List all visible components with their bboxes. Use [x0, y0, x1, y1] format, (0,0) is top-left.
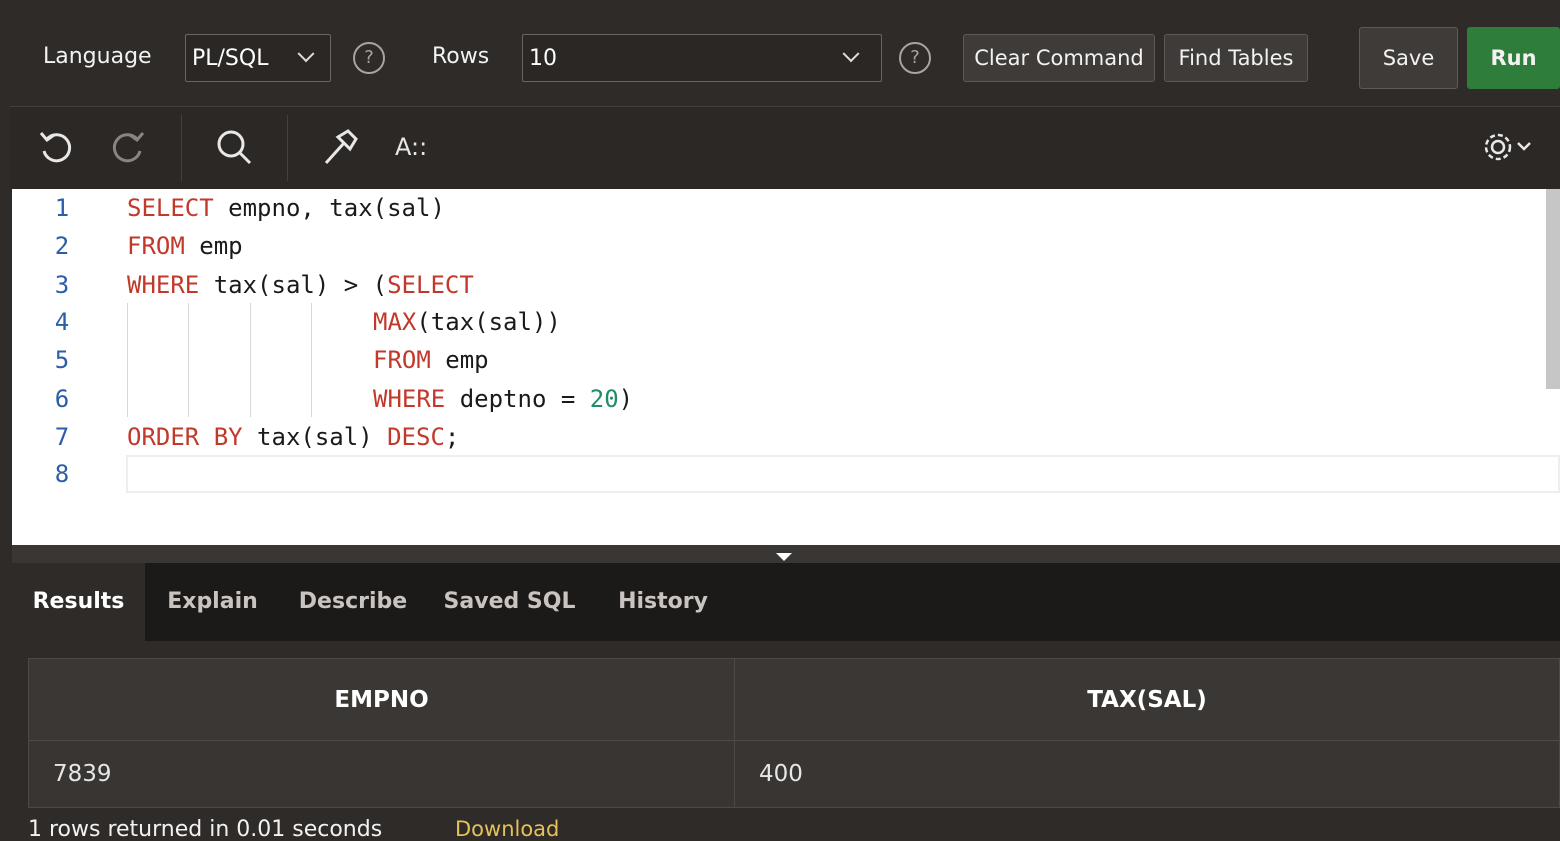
tab-saved-sql[interactable]: Saved SQL [437, 563, 582, 641]
code-line-4: MAX(tax(sal)) [373, 308, 561, 336]
rows-label: Rows [432, 44, 490, 69]
hammer-icon[interactable] [320, 127, 360, 167]
sql-text: tax(sal) > ( [199, 271, 388, 299]
undo-icon[interactable] [36, 127, 76, 167]
sql-text: ; [444, 423, 460, 451]
results-panel: EMPNO TAX(SAL) 7839 400 1 rows returned … [12, 641, 1560, 841]
sql-text: emp [430, 346, 489, 374]
chevron-down-icon [842, 45, 860, 63]
search-icon[interactable] [214, 127, 254, 167]
collapse-arrow-icon[interactable] [776, 553, 792, 561]
table-cell: 7839 [28, 740, 735, 808]
table-row: 7839 400 [28, 740, 1560, 808]
format-icon[interactable]: A:: [395, 133, 427, 161]
code-editor[interactable]: 1 2 3 4 5 6 7 8 SELECT empno, tax(sal) F… [12, 189, 1560, 545]
sql-keyword: ORDER BY [127, 423, 243, 451]
tab-explain[interactable]: Explain [155, 563, 270, 641]
sql-text: deptno = [445, 385, 590, 413]
sql-keyword: WHERE [127, 271, 200, 299]
rows-returned-status: 1 rows returned in 0.01 seconds [28, 817, 383, 841]
download-link[interactable]: Download [455, 817, 559, 841]
rows-help-icon[interactable]: ? [899, 42, 931, 74]
language-value: PL/SQL [192, 45, 269, 71]
code-line-3: WHERE tax(sal) > (SELECT [127, 271, 474, 299]
results-table: EMPNO TAX(SAL) 7839 400 [28, 658, 1560, 808]
gear-icon[interactable] [1480, 127, 1540, 167]
redo-icon[interactable] [108, 127, 148, 167]
tab-results[interactable]: Results [12, 563, 145, 641]
line-number: 7 [54, 423, 70, 451]
column-header-tax-sal[interactable]: TAX(SAL) [734, 658, 1560, 741]
line-number: 3 [54, 271, 70, 299]
sql-keyword: FROM [373, 346, 431, 374]
editor-toolbar: A:: [10, 107, 1560, 189]
save-button[interactable]: Save [1359, 27, 1458, 89]
sql-keyword: MAX [373, 308, 417, 336]
table-header-row: EMPNO TAX(SAL) [28, 658, 1560, 741]
current-line-highlight [126, 455, 1560, 493]
code-line-1: SELECT empno, tax(sal) [127, 194, 445, 222]
rows-value: 10 [529, 45, 557, 71]
line-number: 4 [54, 308, 70, 336]
indent-guide [188, 303, 189, 417]
toolbar-divider [287, 115, 288, 181]
code-line-2: FROM emp [127, 232, 243, 260]
indent-guide [127, 303, 128, 417]
sql-keyword: SELECT [387, 271, 474, 299]
sql-text: (tax(sal)) [416, 308, 561, 336]
sql-text: emp [184, 232, 243, 260]
sql-keyword: FROM [127, 232, 185, 260]
find-tables-button[interactable]: Find Tables [1164, 34, 1308, 82]
code-line-6: WHERE deptno = 20) [373, 385, 633, 413]
language-select[interactable]: PL/SQL [185, 34, 331, 82]
line-number: 5 [54, 346, 70, 374]
code-line-5: FROM emp [373, 346, 489, 374]
editor-scrollbar[interactable] [1546, 189, 1560, 389]
toolbar-divider [181, 115, 182, 181]
sql-keyword: DESC [387, 423, 445, 451]
top-toolbar: Language PL/SQL ? Rows 10 ? Clear Comman… [10, 8, 1560, 107]
rows-select[interactable]: 10 [522, 34, 882, 82]
indent-guide [311, 303, 312, 417]
sql-text: tax(sal) [242, 423, 388, 451]
sql-text: ) [618, 385, 634, 413]
line-number: 1 [54, 194, 70, 222]
language-label: Language [43, 44, 152, 69]
line-number: 6 [54, 385, 70, 413]
sql-number: 20 [589, 385, 619, 413]
run-button[interactable]: Run [1467, 27, 1560, 89]
code-line-7: ORDER BY tax(sal) DESC; [127, 423, 459, 451]
language-help-icon[interactable]: ? [353, 42, 385, 74]
results-tabs: Results Explain Describe Saved SQL Histo… [12, 563, 1560, 641]
tab-describe[interactable]: Describe [292, 563, 414, 641]
tab-history[interactable]: History [605, 563, 721, 641]
indent-guide [250, 303, 251, 417]
sql-keyword: SELECT [127, 194, 214, 222]
sql-keyword: WHERE [373, 385, 446, 413]
line-number: 2 [54, 232, 70, 260]
line-number: 8 [54, 460, 70, 488]
chevron-down-icon [297, 45, 315, 63]
column-header-empno[interactable]: EMPNO [28, 658, 735, 741]
clear-command-button[interactable]: Clear Command [963, 34, 1155, 82]
sql-text: empno, tax(sal) [213, 194, 445, 222]
table-cell: 400 [734, 740, 1560, 808]
